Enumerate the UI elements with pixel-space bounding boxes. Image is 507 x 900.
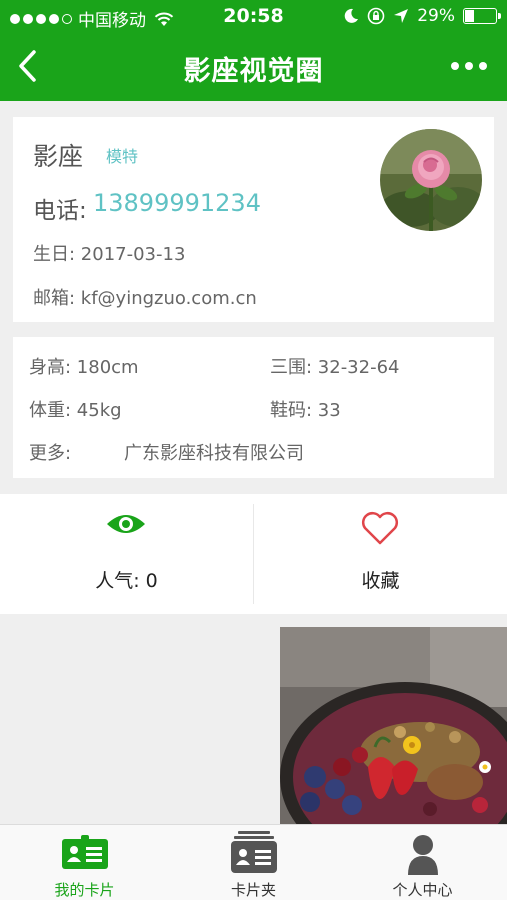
measurements-text: 三围: 32-32-64 [270, 357, 400, 378]
page-title: 影座视觉圈 [183, 56, 324, 87]
tab-my-card[interactable]: 我的卡片 [0, 825, 169, 900]
email-text: 邮箱: kf@yingzuo.com.cn [33, 288, 257, 309]
collect-button[interactable]: 收藏 [254, 566, 507, 593]
shoe-size-text: 鞋码: 33 [270, 400, 341, 421]
weight-text: 体重: 45kg [29, 400, 122, 421]
card-folder-icon [230, 831, 277, 873]
birthday-text: 生日: 2017-03-13 [33, 244, 186, 265]
battery-icon [463, 8, 501, 24]
moon-icon [344, 8, 359, 23]
more-button[interactable] [451, 62, 487, 70]
battery-percent: 29% [417, 6, 455, 26]
profile-role: 模特 [106, 147, 139, 166]
phone-number-link[interactable]: 13899991234 [93, 189, 261, 217]
height-text: 身高: 180cm [29, 357, 139, 378]
eye-icon [107, 515, 145, 533]
tab-label: 卡片夹 [230, 881, 276, 899]
photo-gallery [0, 614, 507, 824]
tab-label: 个人中心 [392, 881, 453, 899]
nav-bar: 影座视觉圈 [0, 34, 507, 101]
profile-name: 影座 [33, 142, 84, 171]
rotation-lock-icon [367, 7, 385, 25]
top-bar: 中国移动 20:58 29% 影座视觉圈 [0, 0, 507, 101]
company-name: 广东影座科技有限公司 [124, 443, 304, 464]
heart-icon[interactable] [361, 510, 399, 546]
popularity-count: 人气: 0 [95, 570, 158, 592]
tab-personal-center[interactable]: 个人中心 [338, 825, 507, 900]
location-icon [394, 9, 409, 23]
stats-row: 人气: 0 收藏 [0, 494, 507, 614]
more-label: 更多: [29, 443, 72, 464]
tab-card-folder[interactable]: 卡片夹 [169, 825, 338, 900]
id-card-icon [61, 835, 108, 869]
profile-card: 影座 模特 电话: 13899991234 生日: 2017-03-13 邮箱:… [13, 117, 494, 322]
user-icon [407, 835, 438, 875]
phone-label: 电话: [33, 198, 87, 224]
tab-label: 我的卡片 [54, 881, 115, 899]
attributes-card: 身高: 180cm 三围: 32-32-64 体重: 45kg 鞋码: 33 更… [13, 337, 494, 478]
tab-bar: 我的卡片 卡片夹 个人中心 [0, 824, 507, 900]
status-bar: 中国移动 20:58 29% [0, 0, 507, 34]
gallery-photo[interactable] [280, 627, 507, 824]
avatar[interactable] [380, 129, 482, 231]
